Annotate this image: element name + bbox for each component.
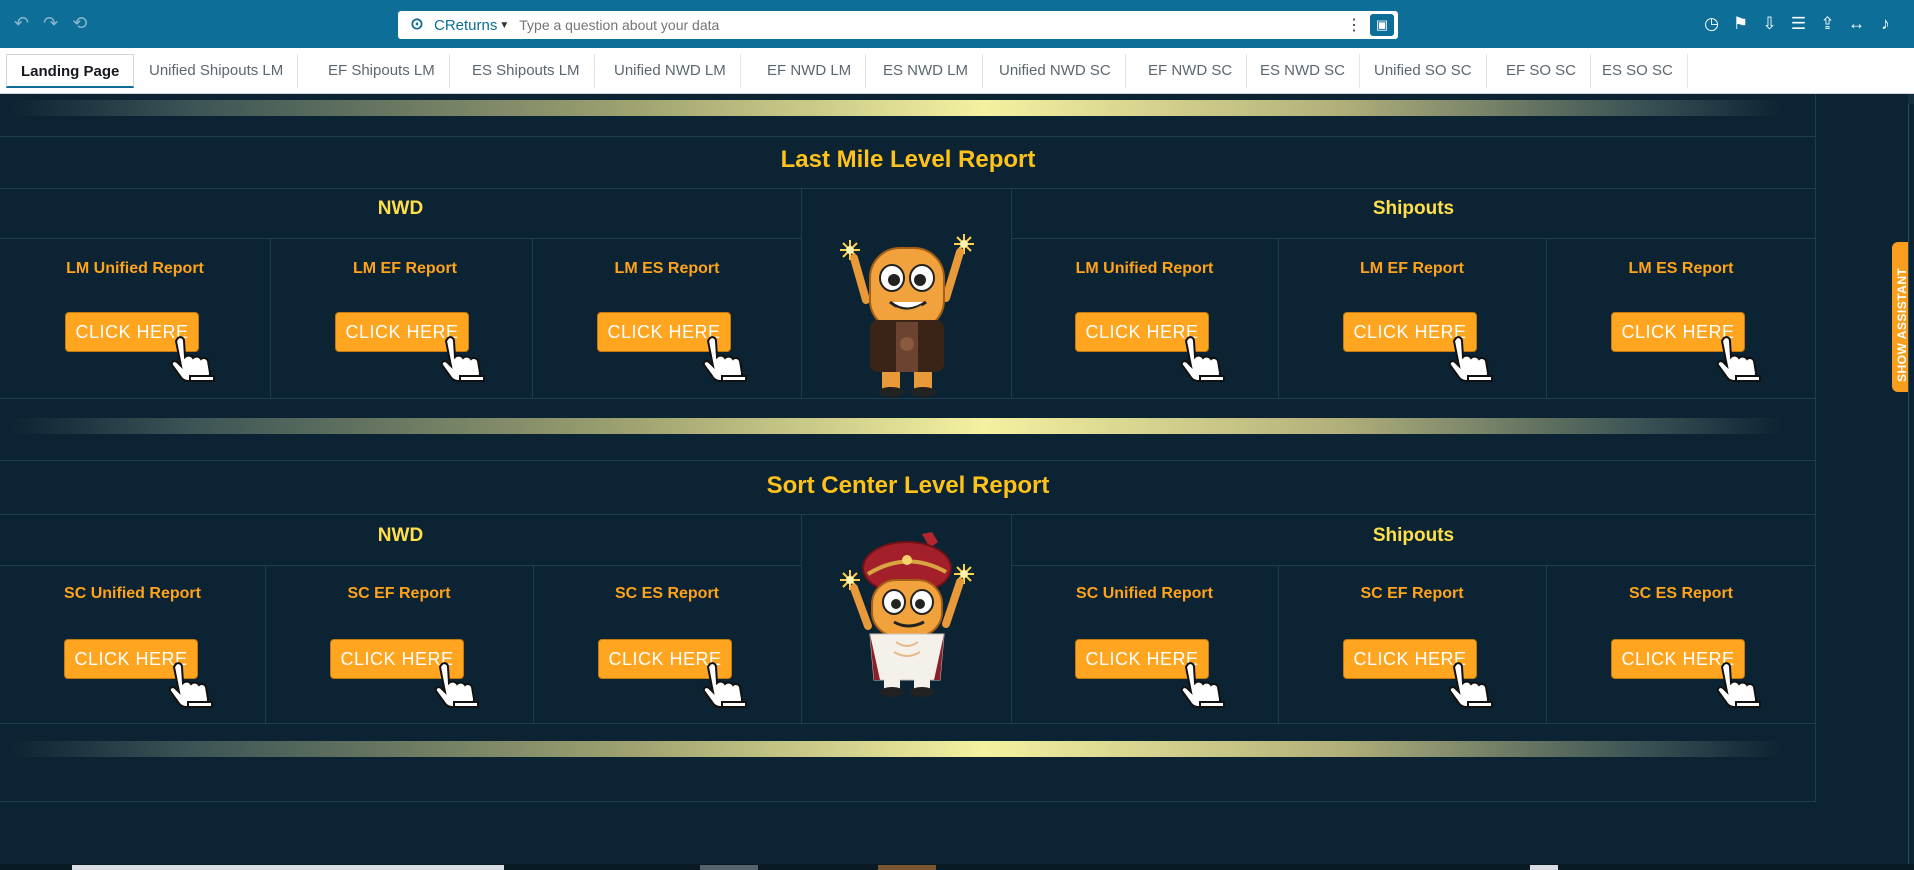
schedule-icon[interactable]: ◷ [1703, 13, 1720, 35]
report-label: LM ES Report [614, 260, 720, 277]
landing-sheet: Last Mile Level Report NWD Shipouts LM U… [0, 94, 1816, 802]
report-label: LM Unified Report [66, 260, 204, 277]
group-title-nwd: NWD [377, 525, 424, 546]
toolbar-actions: ◷ ⚑ ⇩ ☰ ⇪ ↔ ♪ [1703, 13, 1894, 35]
section-title-sort-center: Sort Center Level Report [766, 472, 1050, 499]
history-nav: ↶ ↷ ⟲ [14, 14, 87, 32]
report-label: LM ES Report [1628, 260, 1734, 277]
sheet-tabs: Landing Page Unified Shipouts LM EF Ship… [0, 48, 1914, 94]
report-label: LM EF Report [353, 260, 457, 277]
report-label: SC Unified Report [64, 585, 201, 602]
tab-es-shipouts-lm[interactable]: ES Shipouts LM [458, 54, 595, 88]
tab-ef-shipouts-lm[interactable]: EF Shipouts LM [314, 54, 450, 88]
tab-unified-nwd-lm[interactable]: Unified NWD LM [600, 54, 741, 88]
divider-glow [10, 100, 1782, 116]
report-label: SC ES Report [614, 585, 719, 602]
database-icon[interactable]: ☰ [1790, 13, 1807, 35]
reset-icon[interactable]: ⟲ [72, 14, 87, 32]
share-icon[interactable]: ⇪ [1819, 13, 1836, 35]
dashboard-canvas: Last Mile Level Report NWD Shipouts LM U… [0, 94, 1914, 870]
pointer-hand-icon [1180, 662, 1225, 708]
grid-line [1011, 565, 1816, 566]
show-assistant-label: SHOW ASSISTANT [1895, 267, 1909, 382]
report-label: SC Unified Report [1076, 585, 1213, 602]
grid-line [0, 188, 1816, 189]
dataset-selector[interactable]: CReturns [434, 17, 497, 34]
redo-icon[interactable]: ↷ [43, 14, 58, 32]
vertical-scrollbar[interactable] [1908, 94, 1914, 870]
fit-width-icon[interactable]: ↔ [1848, 13, 1865, 35]
bottom-strip [0, 864, 1914, 870]
grid-line [801, 188, 802, 398]
section-title-last-mile: Last Mile Level Report [780, 146, 1036, 173]
tab-unified-nwd-sc[interactable]: Unified NWD SC [985, 54, 1126, 88]
grid-line [0, 723, 1816, 724]
download-icon[interactable]: ⇩ [1761, 13, 1778, 35]
pointer-hand-icon [170, 336, 215, 382]
divider-glow [10, 741, 1782, 757]
new-visual-icon[interactable]: ▣ [1370, 14, 1394, 36]
horizontal-scrollbar-thumb[interactable] [72, 865, 504, 870]
bookmark-icon[interactable]: ⚑ [1732, 13, 1749, 35]
pointer-hand-icon [702, 662, 747, 708]
search-input[interactable] [519, 17, 1320, 33]
report-label: LM Unified Report [1075, 260, 1214, 277]
tab-unified-shipouts-lm[interactable]: Unified Shipouts LM [135, 54, 299, 88]
pointer-hand-icon [1448, 662, 1493, 708]
tab-unified-so-sc[interactable]: Unified SO SC [1360, 54, 1487, 88]
scrollbar-thumb[interactable] [1908, 104, 1914, 864]
report-label: SC EF Report [1360, 585, 1464, 602]
chevron-down-icon[interactable]: ▼ [499, 20, 509, 31]
pointer-hand-icon [434, 662, 479, 708]
grid-line [0, 801, 1816, 802]
divider-glow [10, 418, 1782, 434]
tab-ef-nwd-lm[interactable]: EF NWD LM [753, 54, 867, 88]
tab-es-nwd-lm[interactable]: ES NWD LM [869, 54, 984, 88]
group-title-nwd: NWD [377, 198, 424, 219]
grid-line [0, 136, 1816, 137]
pointer-hand-icon [1180, 336, 1225, 382]
bottom-segment [1530, 865, 1558, 870]
tab-ef-nwd-sc[interactable]: EF NWD SC [1134, 54, 1248, 88]
q-search-bar[interactable]: ⊙ CReturns ▼ ⋮ ▣ [398, 11, 1398, 39]
more-options-icon[interactable]: ⋮ [1346, 15, 1362, 35]
report-label: LM EF Report [1360, 260, 1464, 277]
bottom-segment [878, 865, 936, 870]
pointer-hand-icon [168, 662, 213, 708]
grid-line [1011, 238, 1816, 239]
grid-line [0, 238, 801, 239]
grid-line [0, 514, 1816, 515]
group-title-shipouts: Shipouts [1372, 198, 1455, 219]
pointer-hand-icon [1448, 336, 1493, 382]
alerts-icon[interactable]: ♪ [1877, 13, 1894, 35]
mascot-turban-icon [840, 532, 974, 697]
mascot-casual-icon [840, 234, 974, 397]
grid-line [0, 460, 1816, 461]
pointer-hand-icon [1716, 336, 1761, 382]
undo-icon[interactable]: ↶ [14, 14, 29, 32]
tab-ef-so-sc[interactable]: EF SO SC [1492, 54, 1592, 88]
pointer-hand-icon [440, 336, 485, 382]
top-toolbar: ↶ ↷ ⟲ ⊙ CReturns ▼ ⋮ ▣ ◷ ⚑ ⇩ ☰ ⇪ ↔ ♪ [0, 0, 1914, 48]
tab-es-nwd-sc[interactable]: ES NWD SC [1246, 54, 1361, 88]
report-label: SC ES Report [1628, 585, 1733, 602]
grid-line [801, 514, 802, 723]
pointer-hand-icon [702, 336, 747, 382]
report-label: SC EF Report [347, 585, 451, 602]
grid-line [0, 565, 801, 566]
tab-es-so-sc[interactable]: ES SO SC [1588, 54, 1688, 88]
q-search-icon: ⊙ [410, 16, 424, 33]
bottom-segment [700, 865, 758, 870]
tab-landing-page[interactable]: Landing Page [6, 54, 135, 88]
group-title-shipouts: Shipouts [1372, 525, 1455, 546]
pointer-hand-icon [1716, 662, 1761, 708]
